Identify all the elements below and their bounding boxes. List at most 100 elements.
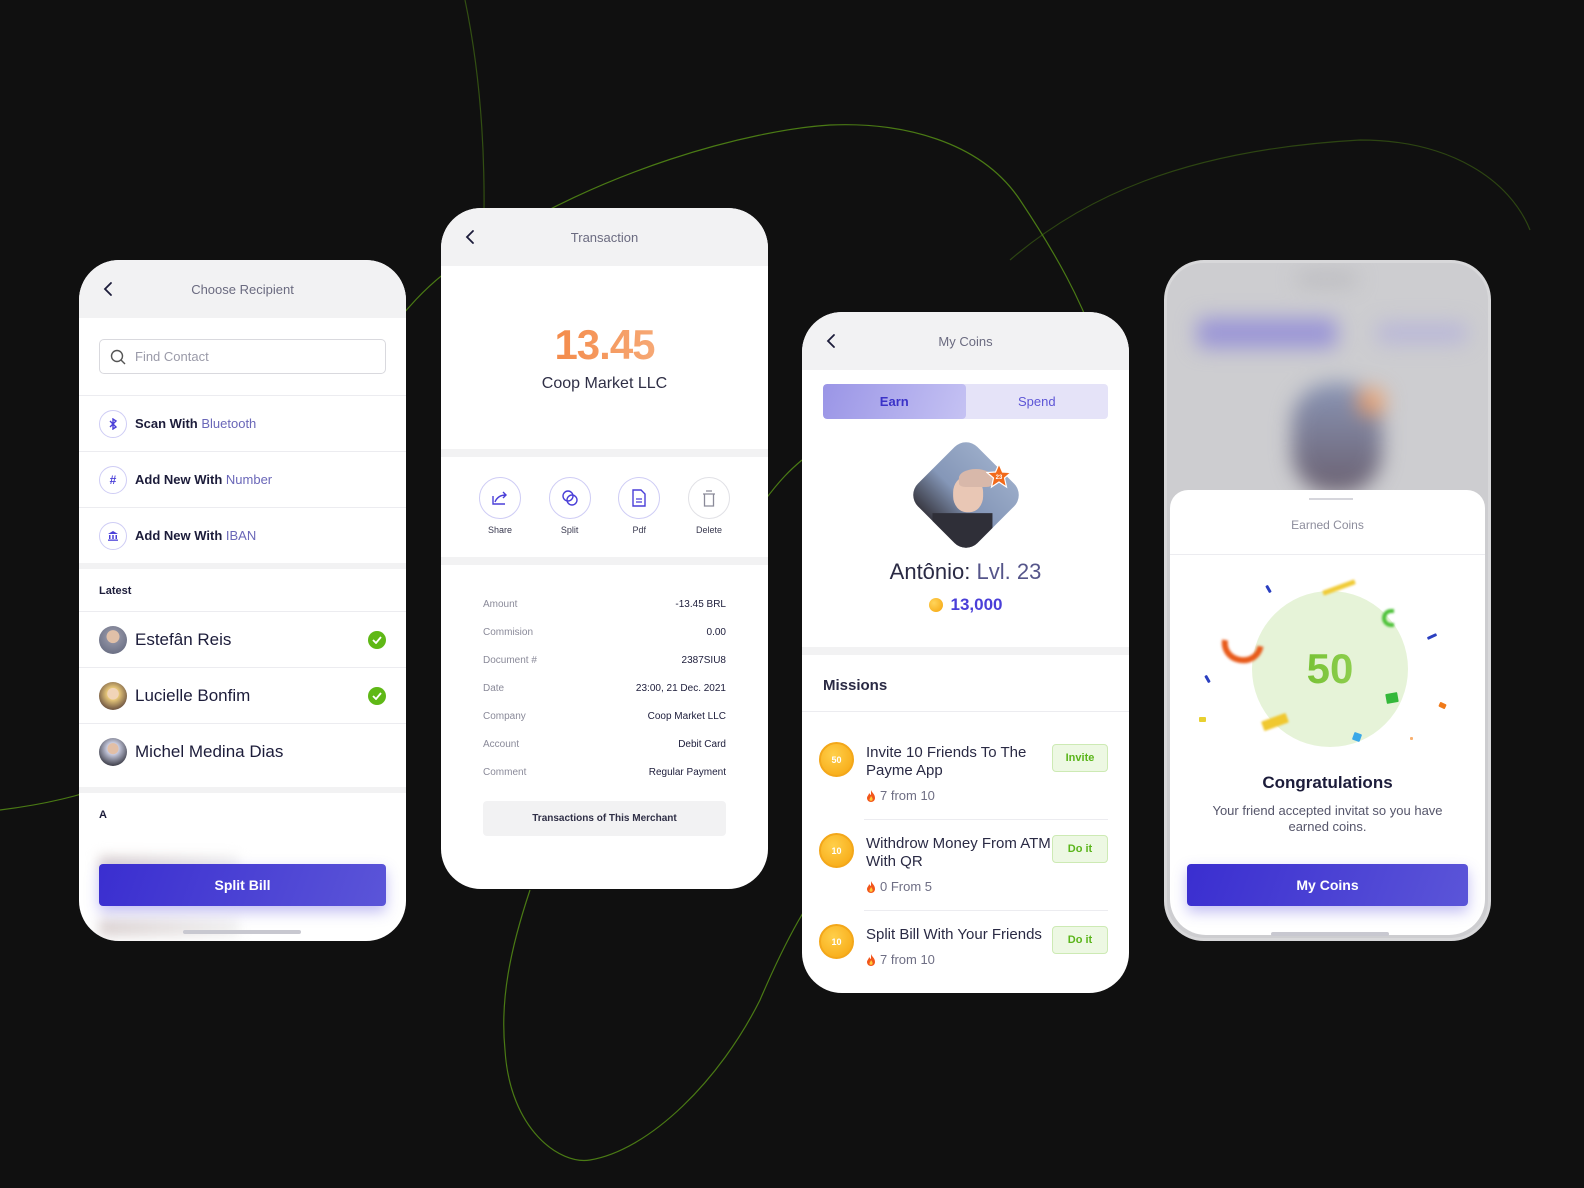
confetti-piece xyxy=(1385,692,1399,704)
divider xyxy=(441,449,768,457)
detail-row: Document #2387SIU8 xyxy=(483,655,726,666)
tab-spend[interactable]: Spend xyxy=(966,384,1109,419)
mission-title: Split Bill With Your Friends xyxy=(866,926,1042,943)
transaction-actions: Share Split Pdf Delete xyxy=(441,457,768,557)
mission-item: 10 Withdrow Money From ATM With QR 0 Fro… xyxy=(802,819,1129,910)
detail-row: Amount -13.45 BRL xyxy=(483,599,726,610)
confetti-piece xyxy=(1199,717,1206,722)
detail-row: Commision 0.00 xyxy=(483,627,726,638)
tab-earn[interactable]: Earn xyxy=(823,384,966,419)
flame-icon xyxy=(867,953,875,966)
action-label: Split xyxy=(560,525,579,535)
page-title: My Coins xyxy=(938,333,993,349)
transaction-screen: Transaction 13.45 Coop Market LLC Share … xyxy=(441,208,768,889)
latest-section-label: Latest xyxy=(99,585,132,597)
invite-button[interactable]: Invite xyxy=(1052,744,1108,772)
share-button[interactable]: Share xyxy=(479,477,521,557)
my-coins-button[interactable]: My Coins xyxy=(1187,864,1468,906)
avatar xyxy=(99,737,127,766)
flame-icon xyxy=(867,880,875,893)
chevron-left-icon[interactable] xyxy=(101,280,117,298)
flame-icon xyxy=(867,789,875,802)
detail-row: Company Coop Market LLC xyxy=(483,711,726,722)
choose-recipient-screen: Choose Recipient Scan With Bluetooth # A… xyxy=(79,260,406,941)
earned-coins-screen: Earned Coins 50 Congratulations Your fri… xyxy=(1164,260,1491,941)
my-coins-screen: My Coins Earn Spend 23 Antônio: Lvl. 23 … xyxy=(802,312,1129,993)
mission-progress: 7 from 10 xyxy=(866,952,1052,967)
contact-row[interactable]: Lucielle Bonfim xyxy=(79,667,406,723)
profile-avatar xyxy=(906,435,1026,555)
split-icon xyxy=(548,477,591,519)
coin-reward-icon: 10 xyxy=(819,833,854,868)
add-with-number-option[interactable]: # Add New With Number xyxy=(79,451,406,507)
page-title: Choose Recipient xyxy=(191,281,294,297)
svg-text:23: 23 xyxy=(996,475,1003,481)
coin-balance: 13,000 xyxy=(802,595,1129,615)
pdf-icon xyxy=(618,477,661,519)
confetti-piece xyxy=(1438,701,1447,710)
detail-row: Comment Regular Payment xyxy=(483,767,726,778)
missions-heading: Missions xyxy=(823,677,888,694)
divider xyxy=(802,711,1129,712)
merchant-transactions-button[interactable]: Transactions of This Merchant xyxy=(483,801,726,836)
divider xyxy=(802,647,1129,655)
profile-card: 23 Antônio: Lvl. 23 13,000 xyxy=(802,419,1129,647)
pdf-button[interactable]: Pdf xyxy=(618,477,661,557)
contact-name: Michel Medina Dias xyxy=(135,741,284,761)
merchant-name: Coop Market LLC xyxy=(541,375,668,392)
mission-title: Invite 10 Friends To The Payme App xyxy=(866,744,1027,779)
confetti-piece xyxy=(1204,674,1211,684)
page-title: Transaction xyxy=(570,229,639,245)
drag-handle[interactable] xyxy=(1309,498,1353,500)
coin-reward-icon: 10 xyxy=(819,924,854,959)
mission-item: 10 Split Bill With Your Friends 7 from 1… xyxy=(802,910,1129,993)
do-it-button[interactable]: Do it xyxy=(1052,835,1108,863)
detail-row: Account Debit Card xyxy=(483,739,726,750)
coin-reward-icon: 50 xyxy=(819,742,854,777)
confetti-piece xyxy=(1382,609,1394,627)
trash-icon xyxy=(687,477,730,519)
scan-bluetooth-option[interactable]: Scan With Bluetooth xyxy=(79,395,406,451)
add-with-iban-option[interactable]: Add New With IBAN xyxy=(79,507,406,563)
option-label: Add New With IBAN xyxy=(135,528,257,543)
congratulations-message: Your friend accepted invitat so you have… xyxy=(1212,803,1443,834)
check-icon xyxy=(368,686,386,705)
divider xyxy=(441,557,768,565)
delete-button[interactable]: Delete xyxy=(687,477,730,557)
alpha-section-label: A xyxy=(99,809,107,821)
header: Choose Recipient xyxy=(79,260,406,318)
transaction-details: Amount -13.45 BRL Commision 0.00 Document … xyxy=(441,565,768,795)
header: My Coins xyxy=(802,312,1129,370)
mission-progress: 0 From 5 xyxy=(866,879,1052,894)
contact-name: Lucielle Bonfim xyxy=(135,685,251,705)
coin-icon xyxy=(928,598,943,612)
mission-progress: 7 from 10 xyxy=(866,788,1052,803)
congratulations-heading: Congratulations xyxy=(1262,773,1393,792)
action-label: Share xyxy=(487,525,513,535)
mission-item: 50 Invite 10 Friends To The Payme App 7 … xyxy=(802,728,1129,819)
split-button[interactable]: Split xyxy=(548,477,591,557)
avatar xyxy=(99,625,127,654)
contact-row[interactable]: Estefân Reis xyxy=(79,611,406,667)
confetti-piece xyxy=(1410,737,1413,740)
mission-title: Withdrow Money From ATM With QR xyxy=(866,835,1051,870)
bluetooth-icon xyxy=(99,409,127,438)
chevron-left-icon[interactable] xyxy=(463,228,479,246)
detail-row: Date 23:00, 21 Dec. 2021 xyxy=(483,683,726,694)
search-field[interactable] xyxy=(99,339,386,374)
share-icon xyxy=(479,477,521,519)
option-label: Scan With Bluetooth xyxy=(135,416,257,431)
home-indicator xyxy=(183,930,301,934)
contact-row[interactable]: Michel Medina Dias xyxy=(79,723,406,779)
do-it-button[interactable]: Do it xyxy=(1052,926,1108,954)
chevron-left-icon[interactable] xyxy=(824,332,840,350)
search-input[interactable] xyxy=(135,349,355,364)
celebration-graphic: 50 xyxy=(1170,555,1485,765)
confetti-piece xyxy=(1426,633,1438,640)
bank-icon xyxy=(99,521,127,550)
amount-summary: 13.45 Coop Market LLC xyxy=(441,266,768,449)
action-label: Pdf xyxy=(632,525,647,535)
split-bill-button[interactable]: Split Bill xyxy=(99,864,386,906)
home-indicator xyxy=(1271,932,1389,936)
earned-coins-sheet: Earned Coins 50 Congratulations Your fri… xyxy=(1170,490,1485,936)
